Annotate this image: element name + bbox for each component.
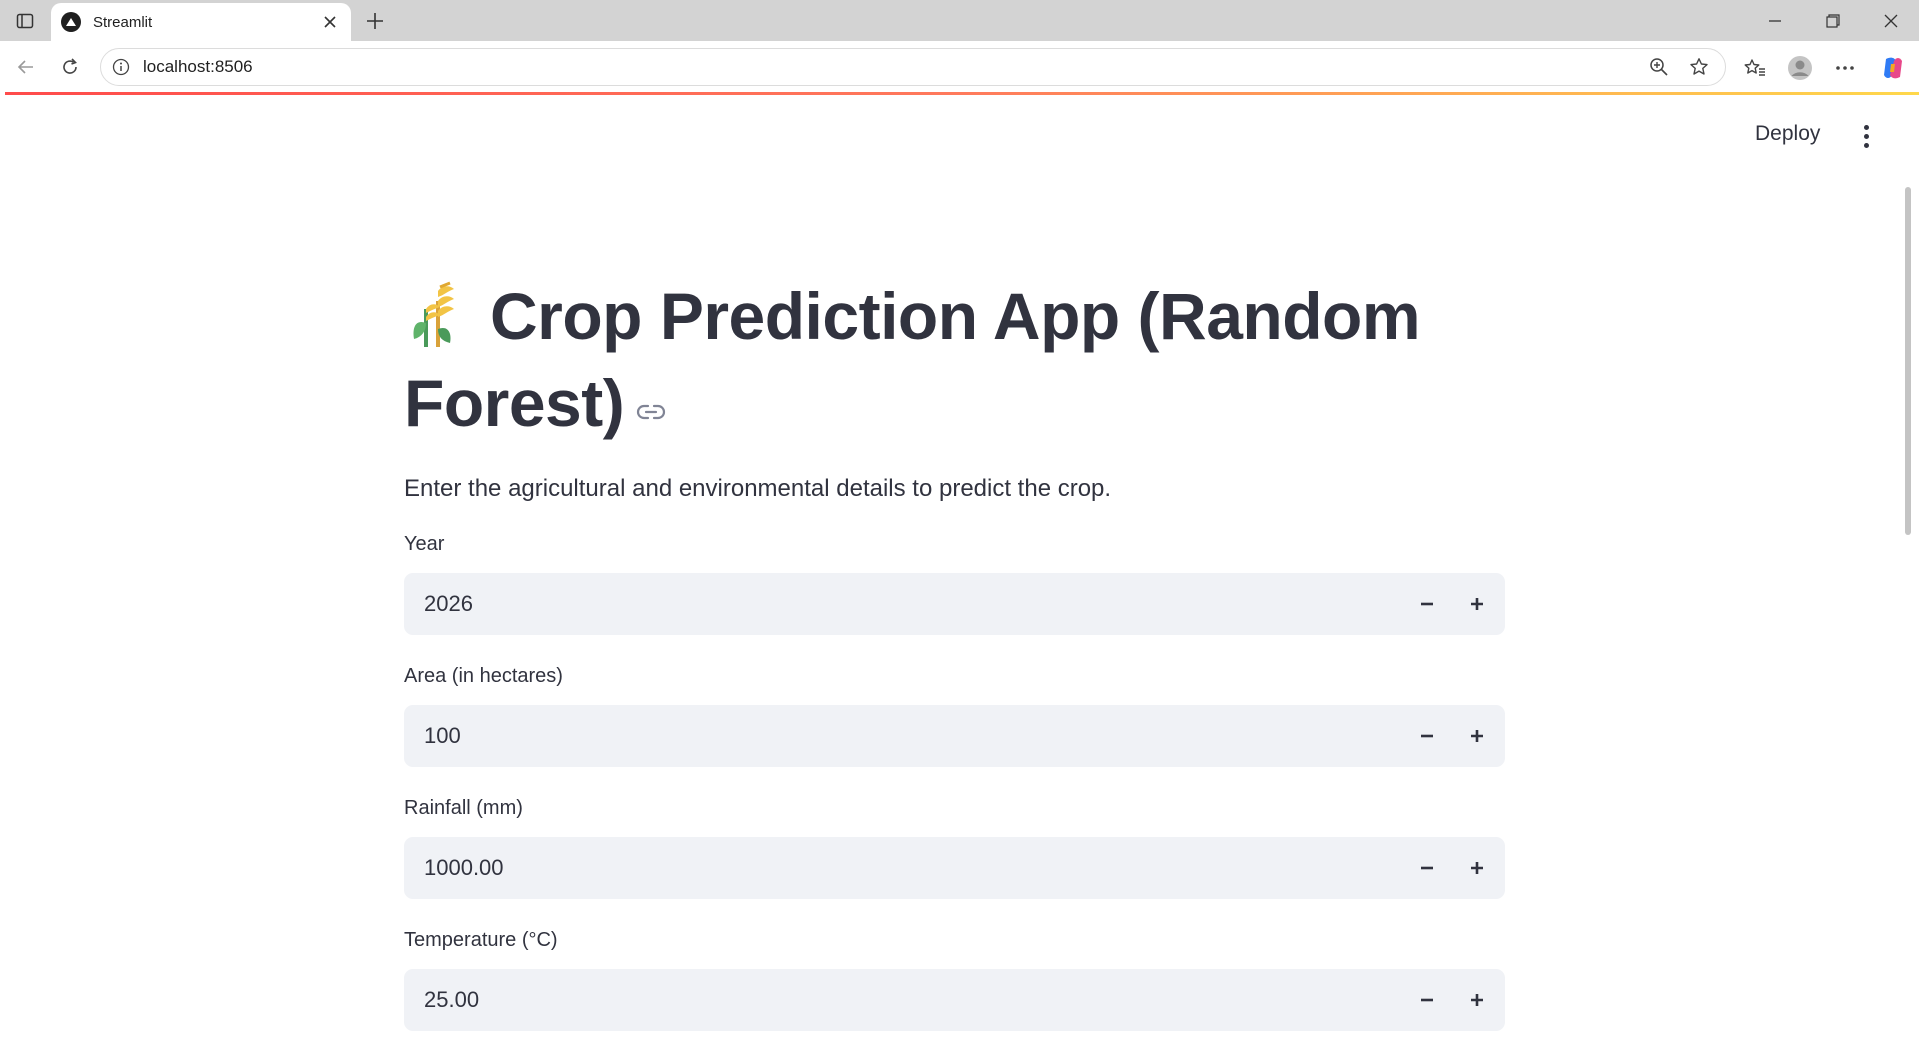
rainfall-decrement-button[interactable] bbox=[1402, 837, 1452, 899]
close-tab-icon[interactable] bbox=[317, 9, 343, 35]
minus-icon bbox=[1421, 734, 1433, 738]
area-decrement-button[interactable] bbox=[1402, 705, 1452, 767]
year-increment-button[interactable] bbox=[1452, 573, 1502, 635]
page-title-text: Crop Prediction App (Random Forest) bbox=[404, 279, 1421, 440]
favorites-icon[interactable] bbox=[1738, 51, 1772, 85]
profile-avatar-icon[interactable] bbox=[1783, 51, 1817, 85]
close-window-icon[interactable] bbox=[1866, 4, 1916, 38]
minus-icon bbox=[1421, 602, 1433, 606]
plus-icon bbox=[1471, 994, 1483, 1006]
year-number-input bbox=[404, 573, 1505, 635]
minimize-icon[interactable] bbox=[1750, 4, 1800, 38]
area-label: Area (in hectares) bbox=[404, 665, 563, 687]
address-bar[interactable]: localhost:8506 bbox=[100, 48, 1726, 86]
sheaf-of-rice-icon bbox=[404, 279, 464, 349]
area-number-input bbox=[404, 705, 1505, 767]
reload-icon[interactable] bbox=[54, 51, 86, 83]
rainfall-input[interactable] bbox=[404, 837, 1402, 899]
url-text[interactable]: localhost:8506 bbox=[143, 57, 1639, 77]
year-decrement-button[interactable] bbox=[1402, 573, 1452, 635]
browser-toolbar: localhost:8506 bbox=[0, 41, 1919, 93]
browser-tab-bar: Streamlit bbox=[0, 0, 1919, 41]
temperature-label: Temperature (°C) bbox=[404, 929, 558, 951]
year-label: Year bbox=[404, 533, 445, 555]
rainfall-label: Rainfall (mm) bbox=[404, 797, 523, 819]
zoom-icon[interactable] bbox=[1639, 51, 1679, 83]
year-field: Year bbox=[404, 533, 1505, 635]
more-options-icon[interactable] bbox=[1828, 51, 1862, 85]
rainfall-number-input bbox=[404, 837, 1505, 899]
temperature-decrement-button[interactable] bbox=[1402, 969, 1452, 1031]
link-icon[interactable] bbox=[636, 358, 666, 420]
minus-icon bbox=[1421, 998, 1433, 1002]
plus-icon bbox=[1471, 598, 1483, 610]
rainfall-increment-button[interactable] bbox=[1452, 837, 1502, 899]
area-input[interactable] bbox=[404, 705, 1402, 767]
temperature-input[interactable] bbox=[404, 969, 1402, 1031]
streamlit-favicon-icon bbox=[61, 12, 81, 32]
plus-icon bbox=[1471, 862, 1483, 874]
favorite-star-icon[interactable] bbox=[1679, 51, 1719, 83]
year-input[interactable] bbox=[404, 573, 1402, 635]
temperature-increment-button[interactable] bbox=[1452, 969, 1502, 1031]
page-description: Enter the agricultural and environmental… bbox=[404, 475, 1112, 502]
restore-icon[interactable] bbox=[1808, 4, 1858, 38]
page-scrollbar[interactable] bbox=[1905, 187, 1911, 535]
browser-tab[interactable]: Streamlit bbox=[51, 3, 351, 41]
minus-icon bbox=[1421, 866, 1433, 870]
deploy-button[interactable]: Deploy bbox=[1755, 122, 1820, 146]
tab-actions-icon[interactable] bbox=[12, 8, 38, 34]
back-icon[interactable] bbox=[10, 51, 42, 83]
main-menu-icon[interactable] bbox=[1856, 121, 1876, 151]
rainfall-field: Rainfall (mm) bbox=[404, 797, 1505, 899]
tab-title: Streamlit bbox=[93, 13, 153, 31]
area-field: Area (in hectares) bbox=[404, 665, 1505, 767]
new-tab-icon[interactable] bbox=[360, 6, 390, 36]
temperature-number-input bbox=[404, 969, 1505, 1031]
plus-icon bbox=[1471, 730, 1483, 742]
area-increment-button[interactable] bbox=[1452, 705, 1502, 767]
temperature-field: Temperature (°C) bbox=[404, 929, 1505, 1031]
app-page: Deploy Crop Prediction App (Random Fores… bbox=[5, 95, 1919, 1051]
page-title: Crop Prediction App (Random Forest) bbox=[404, 275, 1505, 445]
copilot-icon[interactable] bbox=[1876, 51, 1910, 85]
site-info-icon[interactable] bbox=[111, 57, 131, 77]
main-content: Crop Prediction App (Random Forest) Ente… bbox=[404, 275, 1505, 1031]
